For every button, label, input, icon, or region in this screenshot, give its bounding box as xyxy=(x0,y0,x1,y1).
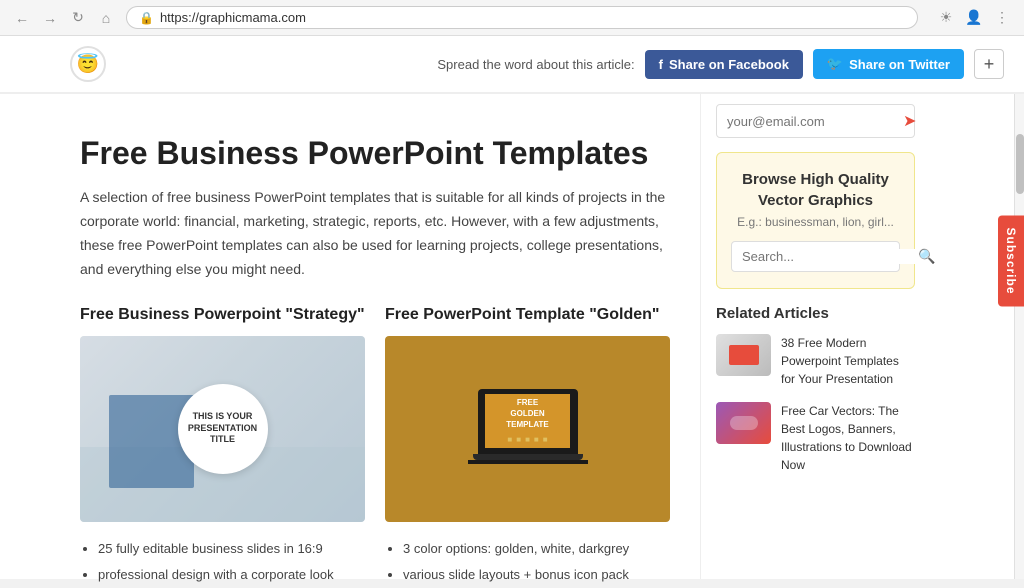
browse-box-title: Browse High Quality Vector Graphics xyxy=(731,169,900,211)
email-input-area: ➤ xyxy=(716,104,915,138)
laptop-bottom xyxy=(468,460,588,464)
send-icon[interactable]: ➤ xyxy=(903,111,916,131)
share-prompt: Spread the word about this article: xyxy=(437,57,634,72)
golden-line3: TEMPLATE xyxy=(506,419,549,430)
forward-button[interactable]: → xyxy=(38,6,62,30)
article-intro: A selection of free business PowerPoint … xyxy=(80,186,670,281)
profile-button[interactable]: 👤 xyxy=(962,6,986,30)
share-facebook-button[interactable]: f Share on Facebook xyxy=(645,50,803,79)
related-article-thumb-2 xyxy=(716,402,771,444)
article-title: Free Business PowerPoint Templates xyxy=(80,134,670,172)
related-articles-title: Related Articles xyxy=(716,305,915,322)
facebook-icon: f xyxy=(659,57,663,72)
strategy-badge-line3: TITLE xyxy=(210,434,235,444)
template-sections: Free Business Powerpoint "Strategy" THIS… xyxy=(80,306,670,492)
laptop-screen: FREE GOLDEN TEMPLATE ■ ■ ■ ■ ■ xyxy=(478,389,578,454)
refresh-button[interactable]: ↻ xyxy=(66,6,90,30)
related-article-text-2[interactable]: Free Car Vectors: The Best Logos, Banner… xyxy=(781,402,915,474)
browser-actions: ☀ 👤 ⋮ xyxy=(934,6,1014,30)
lock-icon: 🔒 xyxy=(139,11,154,25)
golden-title: Free PowerPoint Template "Golden" xyxy=(385,306,670,324)
golden-line1: FREE xyxy=(517,397,538,408)
search-button[interactable]: 🔍 xyxy=(918,248,935,265)
strategy-bullet-1: 25 fully editable business slides in 16:… xyxy=(98,536,365,562)
share-twitter-button[interactable]: 🐦 Share on Twitter xyxy=(813,49,964,79)
laptop-screen-content: FREE GOLDEN TEMPLATE ■ ■ ■ ■ ■ xyxy=(485,394,570,448)
golden-bullet-1: 3 color options: golden, white, darkgrey xyxy=(403,536,670,562)
strategy-bullet-2: professional design with a corporate loo… xyxy=(98,562,365,588)
golden-bullets: 3 color options: golden, white, darkgrey… xyxy=(385,536,670,588)
strategy-title: Free Business Powerpoint "Strategy" xyxy=(80,306,365,324)
url-text: https://graphicmama.com xyxy=(160,10,306,25)
strategy-bullets: 25 fully editable business slides in 16:… xyxy=(80,536,365,588)
browse-box-subtitle: E.g.: businessman, lion, girl... xyxy=(731,215,900,229)
twitter-icon: 🐦 xyxy=(827,56,843,72)
related-article-text-1[interactable]: 38 Free Modern Powerpoint Templates for … xyxy=(781,334,915,388)
nav-buttons: ← → ↻ ⌂ xyxy=(10,6,118,30)
related-article-item-2[interactable]: Free Car Vectors: The Best Logos, Banner… xyxy=(716,402,915,474)
sidebar: ➤ Browse High Quality Vector Graphics E.… xyxy=(700,94,930,579)
subscribe-tab[interactable]: Subscribe xyxy=(998,215,1024,306)
golden-image: FREE GOLDEN TEMPLATE ■ ■ ■ ■ ■ xyxy=(385,336,670,522)
golden-bullet-2: various slide layouts + bonus icon pack xyxy=(403,562,670,588)
search-box: 🔍 xyxy=(731,241,900,272)
email-input[interactable] xyxy=(727,114,903,129)
plus-icon: + xyxy=(984,54,995,75)
home-button[interactable]: ⌂ xyxy=(94,6,118,30)
golden-line2: GOLDEN xyxy=(510,408,544,419)
logo-area: 😇 xyxy=(70,46,106,82)
related-articles: Related Articles 38 Free Modern Powerpoi… xyxy=(716,305,915,474)
strategy-image: THIS IS YOUR PRESENTATION TITLE xyxy=(80,336,365,522)
golden-template-col: Free PowerPoint Template "Golden" FREE G… xyxy=(385,306,670,492)
scrollbar-thumb[interactable] xyxy=(1016,134,1024,194)
laptop-shape: FREE GOLDEN TEMPLATE ■ ■ ■ ■ ■ xyxy=(468,389,588,469)
strategy-badge: THIS IS YOUR PRESENTATION TITLE xyxy=(178,384,268,474)
share-area: Spread the word about this article: f Sh… xyxy=(437,49,1004,79)
related-article-item-1[interactable]: 38 Free Modern Powerpoint Templates for … xyxy=(716,334,915,388)
strategy-badge-line1: THIS IS YOUR xyxy=(193,411,253,421)
strategy-template-col: Free Business Powerpoint "Strategy" THIS… xyxy=(80,306,365,492)
add-share-button[interactable]: + xyxy=(974,49,1004,79)
search-input[interactable] xyxy=(742,249,918,264)
back-button[interactable]: ← xyxy=(10,6,34,30)
browse-box: Browse High Quality Vector Graphics E.g.… xyxy=(716,152,915,289)
strategy-badge-line2: PRESENTATION xyxy=(188,423,257,433)
address-bar[interactable]: 🔒 https://graphicmama.com xyxy=(126,6,918,29)
browser-chrome: ← → ↻ ⌂ 🔒 https://graphicmama.com ☀ 👤 ⋮ xyxy=(0,0,1024,36)
scrollbar[interactable] xyxy=(1014,94,1024,579)
logo-icon: 😇 xyxy=(70,46,106,82)
extensions-button[interactable]: ☀ xyxy=(934,6,958,30)
main-content: Free Business PowerPoint Templates A sel… xyxy=(0,94,700,579)
menu-button[interactable]: ⋮ xyxy=(990,6,1014,30)
related-article-thumb-1 xyxy=(716,334,771,376)
